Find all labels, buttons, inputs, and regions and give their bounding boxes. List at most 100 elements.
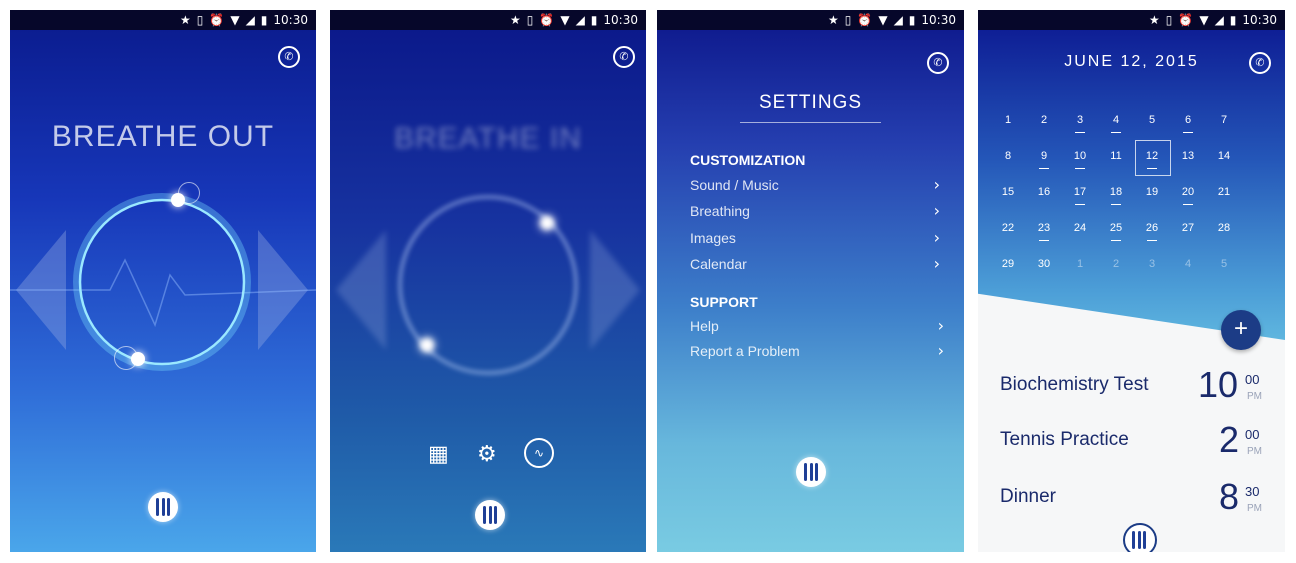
battery-icon: ▮: [260, 13, 268, 27]
calendar-day[interactable]: 23: [1029, 222, 1059, 241]
current-date-title: JUNE 12, 2015: [1064, 53, 1199, 70]
calendar-day[interactable]: 19: [1137, 186, 1167, 198]
breathe-out-title: BREATHE OUT: [51, 120, 275, 153]
selected-day-highlight: [1135, 140, 1171, 176]
calendar-day[interactable]: 11: [1101, 150, 1131, 162]
app-logo[interactable]: [796, 457, 826, 487]
calendar-day[interactable]: 1: [1065, 258, 1095, 270]
menu-item-report-problem[interactable]: Report a Problem ›: [690, 341, 944, 360]
calendar-day[interactable]: 30: [1029, 258, 1059, 270]
event-hour: 2: [1219, 419, 1240, 460]
calendar-day[interactable]: 3: [1065, 114, 1095, 133]
breath-marker-bottom: [420, 338, 434, 352]
calendar-day[interactable]: 26: [1137, 222, 1167, 241]
vibrate-icon: ▯: [196, 13, 204, 27]
calendar-day[interactable]: 8: [993, 150, 1023, 162]
calendar-day[interactable]: 4: [1173, 258, 1203, 270]
phone-icon[interactable]: ✆: [613, 46, 635, 68]
star-icon: ★: [1149, 13, 1160, 27]
calendar-day[interactable]: 5: [1209, 258, 1239, 270]
phone-icon[interactable]: ✆: [927, 52, 949, 74]
breathe-in-title: BREATHE IN: [394, 122, 582, 155]
status-bar: ★ ▯ ⏰ ▼ ◢ ▮ 10:30: [978, 10, 1285, 30]
calendar-icon[interactable]: ▦: [428, 442, 449, 467]
bubble-icon: [114, 346, 138, 370]
wifi-icon: ▼: [1199, 13, 1209, 27]
calendar-day[interactable]: 2: [1101, 258, 1131, 270]
phone-icon[interactable]: ✆: [1249, 52, 1271, 74]
chevron-right-icon: ›: [933, 201, 940, 220]
calendar-day[interactable]: 25: [1101, 222, 1131, 241]
calendar-day[interactable]: 6: [1173, 114, 1203, 133]
breathing-visualizer: [10, 193, 316, 371]
calendar-day[interactable]: 1: [993, 114, 1023, 126]
alarm-icon: ⏰: [209, 13, 225, 27]
calendar-day[interactable]: 2: [1029, 114, 1059, 126]
app-logo[interactable]: [148, 492, 178, 522]
wifi-icon: ▼: [230, 13, 240, 27]
menu-item-label: Report a Problem: [690, 343, 800, 359]
chevron-right-icon: ›: [933, 175, 940, 194]
alarm-icon: ⏰: [857, 13, 873, 27]
calendar-day[interactable]: 20: [1173, 186, 1203, 205]
event-minute: 00: [1245, 372, 1260, 387]
heartbeat-icon[interactable]: ∿: [524, 438, 554, 468]
chevron-right-icon: ›: [933, 254, 940, 273]
calendar-day[interactable]: 17: [1065, 186, 1095, 205]
status-bar: ★ ▯ ⏰ ▼ ◢ ▮ 10:30: [657, 10, 964, 30]
calendar-day[interactable]: 7: [1209, 114, 1239, 126]
calendar-day[interactable]: 13: [1173, 150, 1203, 162]
signal-icon: ◢: [245, 13, 255, 27]
status-bar: ★ ▯ ⏰ ▼ ◢ ▮ 10:30: [10, 10, 316, 30]
signal-icon: ◢: [575, 13, 585, 27]
wifi-icon: ▼: [560, 13, 570, 27]
chevron-right-icon: ›: [933, 228, 940, 247]
vibrate-icon: ▯: [526, 13, 534, 27]
menu-item-sound-music[interactable]: Sound / Music ›: [690, 175, 940, 194]
menu-item-breathing[interactable]: Breathing ›: [690, 201, 940, 220]
menu-item-calendar[interactable]: Calendar ›: [690, 254, 940, 273]
signal-icon: ◢: [1214, 13, 1224, 27]
customization-heading: CUSTOMIZATION: [690, 152, 806, 168]
calendar-day[interactable]: 3: [1137, 258, 1167, 270]
calendar-day[interactable]: 5: [1137, 114, 1167, 126]
chevron-right-icon: ›: [937, 316, 944, 335]
calendar-day[interactable]: 21: [1209, 186, 1239, 198]
event-ampm: PM: [1247, 503, 1262, 514]
app-logo[interactable]: [475, 500, 505, 530]
vibrate-icon: ▯: [844, 13, 852, 27]
calendar-day[interactable]: 14: [1209, 150, 1239, 162]
event-name: Biochemistry Test: [1000, 374, 1149, 395]
battery-icon: ▮: [1229, 13, 1237, 27]
calendar-day[interactable]: 27: [1173, 222, 1203, 234]
calendar-day[interactable]: 16: [1029, 186, 1059, 198]
settings-gear-icon[interactable]: ⚙: [477, 442, 497, 467]
menu-item-label: Calendar: [690, 256, 747, 272]
star-icon: ★: [828, 13, 839, 27]
menu-item-help[interactable]: Help ›: [690, 316, 944, 335]
menu-item-images[interactable]: Images ›: [690, 228, 940, 247]
calendar-day[interactable]: 24: [1065, 222, 1095, 234]
app-logo[interactable]: [1123, 523, 1157, 552]
menu-item-label: Breathing: [690, 203, 750, 219]
calendar-day[interactable]: 9: [1029, 150, 1059, 169]
event-ampm: PM: [1247, 391, 1262, 402]
add-event-button[interactable]: +: [1221, 310, 1261, 350]
status-time: 10:30: [273, 13, 308, 27]
alarm-icon: ⏰: [539, 13, 555, 27]
calendar-day[interactable]: 10: [1065, 150, 1095, 169]
calendar-day[interactable]: 29: [993, 258, 1023, 270]
bubble-icon: [178, 182, 200, 204]
menu-item-label: Images: [690, 230, 736, 246]
star-icon: ★: [510, 13, 521, 27]
calendar-day[interactable]: 18: [1101, 186, 1131, 205]
wifi-icon: ▼: [878, 13, 888, 27]
calendar-day[interactable]: 15: [993, 186, 1023, 198]
calendar-day[interactable]: 22: [993, 222, 1023, 234]
vibrate-icon: ▯: [1165, 13, 1173, 27]
phone-icon[interactable]: ✆: [278, 46, 300, 68]
menu-item-label: Sound / Music: [690, 177, 779, 193]
calendar-day[interactable]: 4: [1101, 114, 1131, 133]
status-time: 10:30: [1242, 13, 1277, 27]
calendar-day[interactable]: 28: [1209, 222, 1239, 234]
